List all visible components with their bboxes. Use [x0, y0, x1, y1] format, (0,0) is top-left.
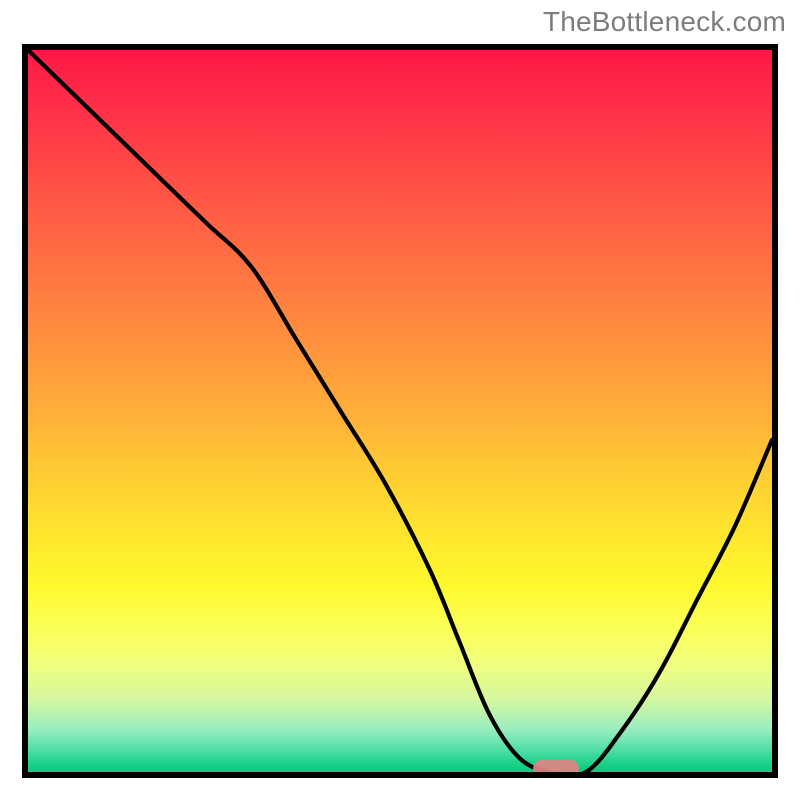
watermark-text: TheBottleneck.com [543, 6, 786, 38]
bottleneck-curve [28, 50, 772, 772]
minimum-marker [533, 760, 579, 777]
chart-frame: TheBottleneck.com [0, 0, 800, 800]
plot-area [22, 44, 778, 778]
